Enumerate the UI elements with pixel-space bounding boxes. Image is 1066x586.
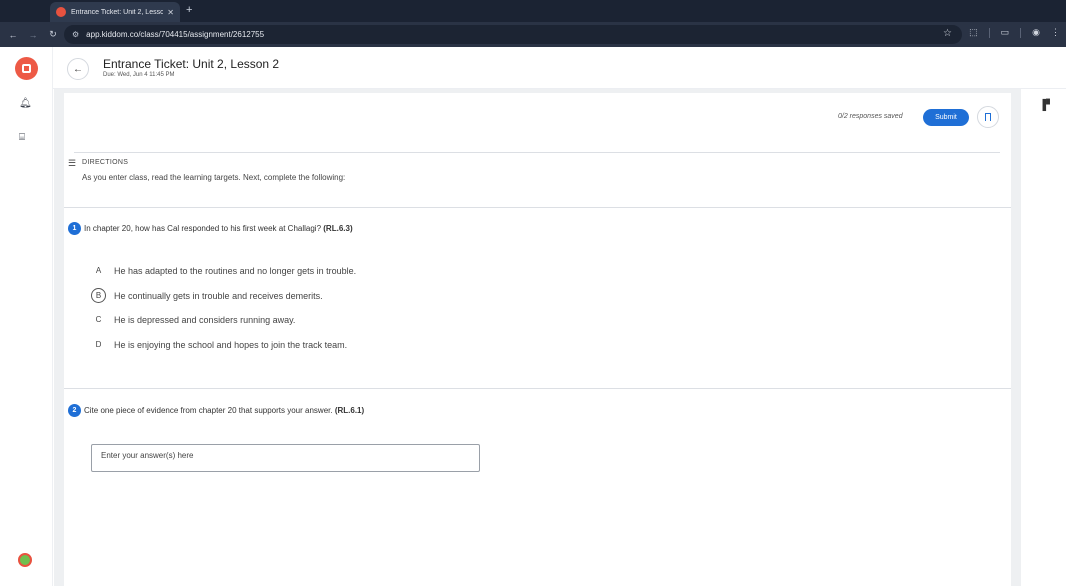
divider	[64, 207, 1011, 208]
question-number-badge: 2	[68, 404, 81, 417]
sidepanel-icon[interactable]: ▭	[1001, 27, 1010, 38]
question-1-text: In chapter 20, how has Cal responded to …	[84, 224, 353, 233]
choice-d[interactable]: D He is enjoying the school and hopes to…	[91, 337, 348, 352]
choice-letter-selected: B	[91, 288, 106, 303]
menu-icon[interactable]: ⋮	[1051, 27, 1060, 38]
choice-text: He is enjoying the school and hopes to j…	[114, 339, 348, 350]
back-button[interactable]: ←	[67, 58, 89, 80]
profile-icon[interactable]: ◉	[1032, 27, 1040, 38]
question-2-prompt: Cite one piece of evidence from chapter …	[84, 406, 333, 415]
choice-text: He has adapted to the routines and no lo…	[114, 265, 357, 276]
new-tab-icon[interactable]: +	[186, 4, 192, 16]
directions-text: As you enter class, read the learning ta…	[82, 173, 346, 182]
question-1-prompt: In chapter 20, how has Cal responded to …	[84, 224, 322, 233]
kiddom-favicon-icon	[56, 7, 66, 17]
left-rail: 🔔︎ ⌸	[0, 47, 53, 586]
extensions-icon[interactable]: ⬚	[969, 27, 978, 38]
url-text: app.kiddom.co/class/704415/assignment/26…	[86, 30, 265, 39]
tab-title: Entrance Ticket: Unit 2, Lesso	[71, 8, 164, 16]
divider	[64, 388, 1011, 389]
directions-label: DIRECTIONS	[82, 159, 129, 166]
toolbar-separator	[1020, 27, 1022, 38]
page-title: Entrance Ticket: Unit 2, Lesson 2	[103, 57, 280, 71]
choice-letter: A	[95, 266, 102, 275]
toolbar-right-icons: ⬚ ▭ ◉ ⋮	[969, 27, 1060, 38]
answer-input[interactable]: Enter your answer(s) here	[91, 444, 480, 472]
bookmarks-icon[interactable]: ▐▘	[1039, 100, 1054, 111]
close-icon[interactable]: ✕	[167, 8, 174, 17]
classroom-icon[interactable]: ⌸	[19, 132, 25, 143]
browser-tab-bar: Entrance Ticket: Unit 2, Lesso ✕ +	[0, 0, 1066, 22]
toolbar-separator	[988, 27, 990, 38]
bell-icon[interactable]: 🔔︎	[19, 98, 32, 109]
choice-b[interactable]: B He continually gets in trouble and rec…	[91, 288, 323, 303]
list-icon: ☰	[68, 158, 77, 168]
choice-text: He is depressed and considers running aw…	[114, 314, 296, 325]
question-1-standard: (RL.6.3)	[323, 224, 353, 233]
submit-button[interactable]: Submit	[923, 109, 969, 126]
kiddom-logo-icon[interactable]	[15, 57, 38, 80]
site-info-icon[interactable]: ⚙	[72, 30, 79, 39]
question-number-badge: 1	[68, 222, 81, 235]
bookmark-star-icon[interactable]: ☆	[943, 28, 952, 39]
choice-letter: C	[95, 315, 102, 324]
bookmark-button[interactable]	[977, 106, 999, 128]
choice-letter: D	[95, 340, 102, 349]
browser-tab[interactable]: Entrance Ticket: Unit 2, Lesso ✕	[50, 2, 180, 22]
bookmark-icon	[985, 113, 991, 121]
due-date: Due: Wed, Jun 4 11:45 PM	[103, 72, 175, 78]
arrow-left-icon: ←	[73, 63, 83, 75]
answer-placeholder: Enter your answer(s) here	[101, 451, 194, 460]
avatar[interactable]	[18, 553, 32, 567]
right-rail	[1021, 89, 1066, 586]
divider	[74, 152, 1000, 153]
choice-c[interactable]: C He is depressed and considers running …	[91, 312, 296, 327]
browser-toolbar: ← → ↻ ⚙ app.kiddom.co/class/704415/assig…	[0, 22, 1066, 47]
back-arrow-icon[interactable]: ←	[3, 30, 23, 40]
question-2-standard: (RL.6.1)	[334, 406, 365, 415]
reload-icon[interactable]: ↻	[43, 29, 63, 40]
forward-arrow-icon[interactable]: →	[23, 30, 43, 40]
question-2-text: Cite one piece of evidence from chapter …	[84, 406, 364, 415]
choice-text: He continually gets in trouble and recei…	[114, 290, 323, 301]
address-bar[interactable]: ⚙ app.kiddom.co/class/704415/assignment/…	[64, 25, 962, 44]
choice-a[interactable]: A He has adapted to the routines and no …	[91, 263, 356, 278]
responses-saved-status: 0/2 responses saved	[838, 113, 903, 120]
